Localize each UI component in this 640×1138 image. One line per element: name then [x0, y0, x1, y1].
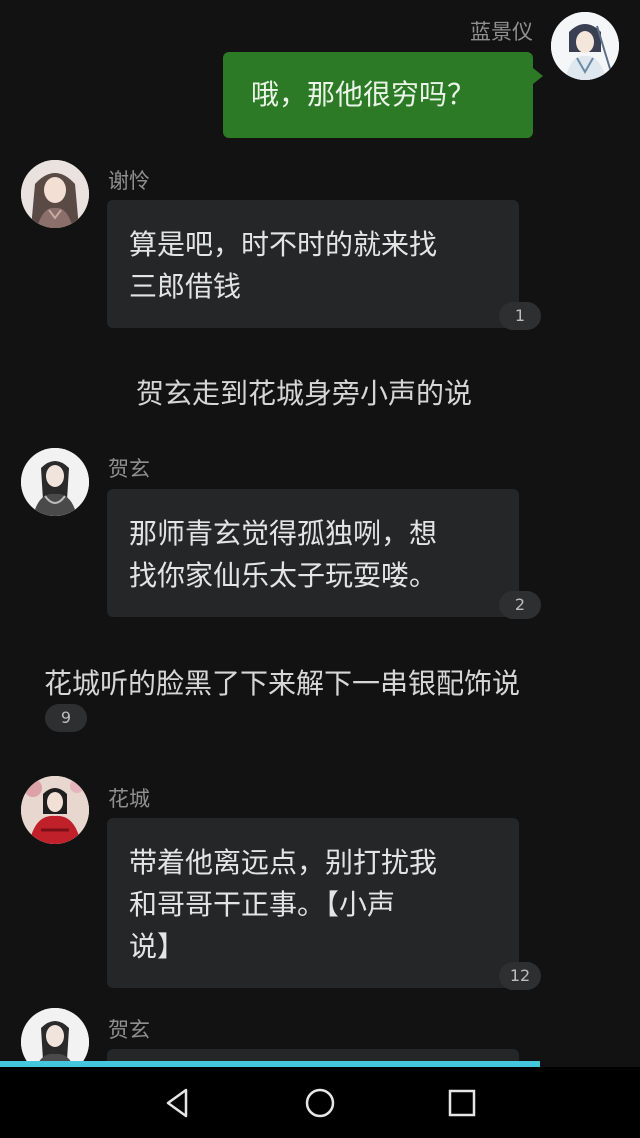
sender-name: 谢怜 [108, 169, 150, 193]
comment-count-badge[interactable]: 12 [499, 962, 541, 990]
avatar-huacheng[interactable] [21, 776, 89, 844]
message-bubble[interactable]: 那师青玄觉得孤独咧，想 找你家仙乐太子玩耍喽。 [107, 489, 519, 617]
message-text-line: 带着他离远点，别打扰我 [129, 846, 438, 879]
avatar-xielian-image [21, 160, 89, 228]
avatar-huacheng-image [21, 776, 89, 844]
recents-button[interactable] [444, 1085, 480, 1121]
sender-name: 贺玄 [108, 1018, 150, 1042]
message-text-line: 和哥哥干正事。【小声 [129, 888, 396, 921]
sender-name: 花城 [108, 787, 150, 811]
message-text-line: 说】 [129, 930, 186, 963]
message-text-line: 找你家仙乐太子玩耍喽。 [129, 559, 438, 592]
avatar-hexuan-image [21, 1008, 89, 1062]
narration-text: 贺玄走到花城身旁小声的说 [136, 377, 473, 410]
message-text-line: 三郎借钱 [129, 270, 242, 303]
message-bubble-outgoing[interactable]: 哦，那他很穷吗？ [223, 52, 543, 138]
avatar-hexuan-image [21, 448, 89, 516]
sender-name: 蓝景仪 [470, 20, 533, 44]
home-button[interactable] [302, 1085, 338, 1121]
narration-text: 花城听的脸黑了下来解下一串银配饰说 [44, 667, 521, 700]
avatar-hexuan[interactable] [21, 1008, 89, 1062]
comment-count-badge[interactable]: 1 [499, 302, 541, 330]
avatar-hexuan[interactable] [21, 448, 89, 516]
message-bubble[interactable]: 带着他离远点，别打扰我 和哥哥干正事。【小声 说】 [107, 818, 519, 988]
message-text-line: 算是吧，时不时的就来找 [129, 228, 438, 261]
avatar-lanjingyi[interactable] [551, 12, 619, 80]
home-circle-icon [305, 1088, 335, 1118]
system-navigation-bar [0, 1067, 640, 1138]
back-triangle-icon [166, 1088, 188, 1118]
avatar-lanjingyi-image [551, 12, 619, 80]
back-button[interactable] [160, 1085, 196, 1121]
chat-scroll-area[interactable]: 蓝景仪 哦，那他很穷吗？ 谢怜 算是吧，时不时的就来找 三郎借钱 1 贺玄走到花… [0, 0, 640, 1062]
comment-count-badge[interactable]: 9 [45, 704, 87, 732]
sender-name: 贺玄 [108, 457, 150, 481]
message-text: 哦，那他很穷吗？ [251, 78, 476, 111]
message-text-line: 那师青玄觉得孤独咧，想 [129, 517, 438, 550]
comment-count-badge[interactable]: 2 [499, 591, 541, 619]
recents-square-icon [448, 1089, 476, 1117]
avatar-xielian[interactable] [21, 160, 89, 228]
message-bubble[interactable]: 算是吧，时不时的就来找 三郎借钱 [107, 200, 519, 328]
